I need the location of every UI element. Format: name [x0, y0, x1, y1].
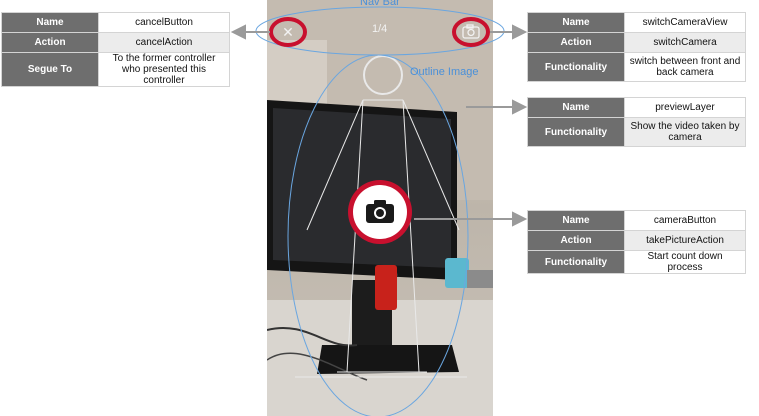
key-cell: Action — [1, 32, 99, 53]
table-row: Functionality switch between front and b… — [527, 52, 746, 82]
switch-camera-table: Name switchCameraView Action switchCamer… — [527, 12, 746, 82]
key-cell: Functionality — [527, 117, 625, 147]
key-cell: Name — [527, 210, 625, 231]
cancel-button[interactable]: ✕ — [269, 17, 307, 47]
key-cell: Name — [527, 97, 625, 118]
key-cell: Action — [527, 230, 625, 251]
key-cell: Name — [527, 12, 625, 33]
close-icon: ✕ — [282, 25, 294, 41]
table-row: Name previewLayer — [527, 97, 746, 118]
camera-button-table: Name cameraButton Action takePictureActi… — [527, 210, 746, 274]
outline-image-label: Outline Image — [410, 66, 479, 78]
table-row: Action switchCamera — [527, 32, 746, 53]
table-row: Functionality Start count down process — [527, 250, 746, 274]
value-cell: To the former controller who presented t… — [98, 52, 230, 87]
value-cell: switchCameraView — [624, 12, 746, 33]
key-cell: Functionality — [527, 250, 625, 274]
value-cell: cancelButton — [98, 12, 230, 33]
value-cell: cancelAction — [98, 32, 230, 53]
table-row: Segue To To the former controller who pr… — [1, 52, 230, 87]
preview-layer-table: Name previewLayer Functionality Show the… — [527, 97, 746, 147]
table-row: Functionality Show the video taken by ca… — [527, 117, 746, 147]
value-cell: previewLayer — [624, 97, 746, 118]
table-row: Name switchCameraView — [527, 12, 746, 33]
table-row: Name cameraButton — [527, 210, 746, 231]
value-cell: switchCamera — [624, 32, 746, 53]
nav-bar-label: Nav Bar — [360, 0, 400, 8]
cancel-button-table: Name cancelButton Action cancelAction Se… — [1, 12, 230, 87]
value-cell: Show the video taken by camera — [624, 117, 746, 147]
switch-camera-button[interactable] — [452, 17, 490, 47]
key-cell: Segue To — [1, 52, 99, 87]
value-cell: Start count down process — [624, 250, 746, 274]
value-cell: takePictureAction — [624, 230, 746, 251]
value-cell: cameraButton — [624, 210, 746, 231]
table-row: Action takePictureAction — [527, 230, 746, 251]
key-cell: Name — [1, 12, 99, 33]
value-cell: switch between front and back camera — [624, 52, 746, 82]
table-row: Action cancelAction — [1, 32, 230, 53]
camera-button[interactable] — [348, 180, 412, 244]
key-cell: Functionality — [527, 52, 625, 82]
switch-camera-icon — [462, 24, 480, 39]
key-cell: Action — [527, 32, 625, 53]
table-row: Name cancelButton — [1, 12, 230, 33]
